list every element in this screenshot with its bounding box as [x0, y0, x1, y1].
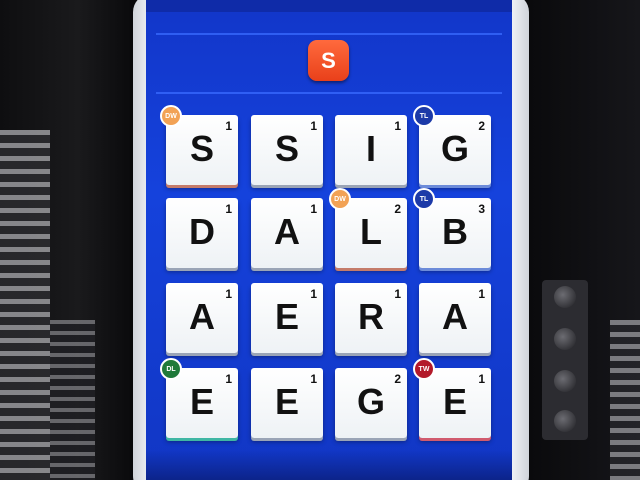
tile-letter: G	[356, 381, 385, 422]
background-right-vent	[610, 320, 640, 480]
tile-letter: S	[189, 128, 214, 169]
tile-letter: I	[365, 128, 376, 169]
tile-letter: A	[442, 296, 468, 337]
letter-tile[interactable]: A1	[166, 283, 238, 353]
bonus-marker-tl: TL	[413, 188, 435, 210]
letter-grid: S 1 DW S 1 I 1 G 2 TL D 1 A 1 L 2 DW B 3 TL A 1 E 1 R 1 A 1 E 1 DL E 1 G 2…	[146, 0, 512, 480]
tile-letter: E	[274, 296, 299, 337]
tile-letter: G	[440, 128, 469, 169]
device-knob	[554, 286, 576, 308]
tile-points: 1	[310, 119, 317, 133]
device-knob	[554, 370, 576, 392]
tile-points: 2	[394, 372, 401, 386]
tile-letter: E	[189, 381, 214, 422]
letter-tile[interactable]: I1	[335, 115, 407, 185]
tile-letter: D	[189, 211, 215, 252]
letter-tile[interactable]: D1	[166, 198, 238, 268]
photo-scene: S S 1 DW S 1 I 1 G 2 TL D 1 A 1 L 2 DW B 3 TL A 1 E 1 R 1 A 1 E 1 DL E 1…	[0, 0, 640, 480]
letter-tile[interactable]: A1	[419, 283, 491, 353]
tile-points: 1	[225, 119, 232, 133]
tile-letter: S	[274, 128, 299, 169]
letter-tile[interactable]: S1	[166, 115, 238, 185]
tile-points: 1	[478, 372, 485, 386]
tile-points: 1	[478, 287, 485, 301]
device-knob	[554, 328, 576, 350]
tile-points: 2	[394, 202, 401, 216]
tile-points: 2	[478, 119, 485, 133]
tile-letter: L	[360, 211, 382, 252]
tile-letter: R	[358, 296, 384, 337]
tile-letter: A	[274, 211, 300, 252]
letter-tile[interactable]: E1	[166, 368, 238, 438]
game-screen: S S 1 DW S 1 I 1 G 2 TL D 1 A 1 L 2 DW B 3 TL A 1 E 1 R 1 A 1 E 1 DL E 1…	[146, 0, 512, 480]
letter-tile[interactable]: E1	[251, 368, 323, 438]
bonus-marker-dw: DW	[160, 105, 182, 127]
letter-tile[interactable]: A1	[251, 198, 323, 268]
tile-points: 1	[225, 202, 232, 216]
letter-tile[interactable]: E1	[251, 283, 323, 353]
tile-points: 1	[394, 287, 401, 301]
tile-points: 1	[225, 372, 232, 386]
tile-points: 1	[225, 287, 232, 301]
tile-letter: E	[274, 381, 299, 422]
letter-tile[interactable]: R1	[335, 283, 407, 353]
bonus-marker-tl: TL	[413, 105, 435, 127]
tile-points: 1	[310, 202, 317, 216]
tile-letter: B	[442, 211, 468, 252]
background-left-vent	[0, 130, 50, 480]
letter-tile[interactable]: G2	[335, 368, 407, 438]
tile-points: 1	[310, 287, 317, 301]
bonus-marker-dw: DW	[329, 188, 351, 210]
tile-points: 3	[478, 202, 485, 216]
tile-letter: A	[189, 296, 215, 337]
tile-points: 1	[310, 372, 317, 386]
letter-tile[interactable]: S1	[251, 115, 323, 185]
bottom-shade	[146, 450, 512, 480]
letter-tile[interactable]: B3	[419, 198, 491, 268]
bonus-marker-tw: TW	[413, 358, 435, 380]
tile-points: 1	[394, 119, 401, 133]
tile-letter: E	[442, 381, 467, 422]
bonus-marker-dl: DL	[160, 358, 182, 380]
device-knob	[554, 410, 576, 432]
letter-tile[interactable]: E1	[419, 368, 491, 438]
background-left-vent-lower	[50, 320, 95, 480]
letter-tile[interactable]: L2	[335, 198, 407, 268]
background-right-device	[542, 280, 588, 440]
letter-tile[interactable]: G2	[419, 115, 491, 185]
